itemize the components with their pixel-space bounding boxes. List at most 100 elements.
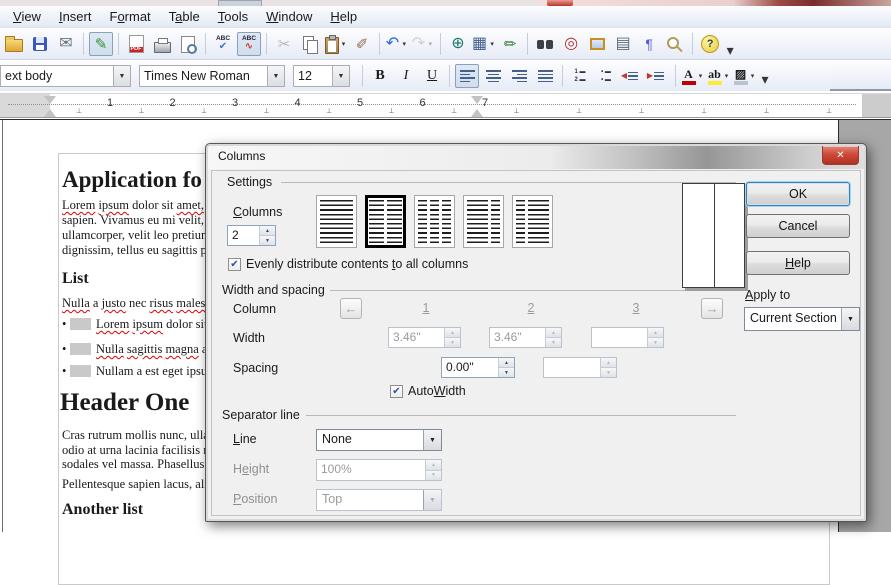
align-center-icon[interactable] (481, 64, 505, 88)
menu-window[interactable]: Window (257, 7, 321, 26)
numbering-on-off-icon[interactable]: 1 ▬2 ▬ (568, 64, 592, 88)
bold-icon[interactable]: B (368, 64, 392, 88)
next-column-icon[interactable]: → (701, 298, 723, 319)
width-field-1: 3.46" ▲▼ (388, 327, 461, 348)
indent-marker-left[interactable] (44, 96, 57, 117)
ruler-half-tick: ⊥ (451, 107, 457, 115)
spin-down-icon[interactable]: ▼ (260, 236, 275, 245)
bullets-on-off-icon[interactable]: • ▬• ▬ (594, 64, 618, 88)
chevron-down-icon[interactable]: ▼ (423, 430, 441, 450)
highlighting-icon[interactable]: ab▾ (707, 64, 731, 88)
spin-down-icon[interactable]: ▼ (499, 368, 514, 377)
ruler-number: 5 (357, 97, 363, 109)
help-button[interactable]: Help (746, 251, 850, 275)
menu-table[interactable]: Table (160, 7, 209, 26)
paste-icon[interactable]: ▾ (324, 32, 348, 56)
chevron-down-icon[interactable]: ▾ (749, 73, 757, 80)
email-icon[interactable]: ✉ (54, 32, 78, 56)
close-icon[interactable]: ✕ (822, 146, 859, 165)
toolbar-separator (266, 33, 267, 55)
chevron-down-icon[interactable]: ▾ (426, 41, 434, 48)
preset-one-column[interactable] (316, 195, 357, 248)
increase-indent-icon[interactable]: ▶ (646, 64, 670, 88)
indent-marker-right[interactable] (471, 96, 484, 117)
menu-tools[interactable]: Tools (209, 7, 257, 26)
zoom-icon[interactable] (663, 32, 687, 56)
copy-icon[interactable] (298, 32, 322, 56)
chevron-down-icon[interactable]: ▼ (332, 66, 349, 86)
formatting-marks-icon[interactable]: ¶ (637, 32, 661, 56)
toolbar-separator (449, 65, 450, 87)
help-icon[interactable]: ? (698, 32, 722, 56)
paragraph-style-value: ext body (1, 69, 113, 83)
chevron-down-icon[interactable]: ▾ (723, 73, 731, 80)
columns-count-spinner[interactable]: 2 ▲▼ (227, 225, 276, 246)
spin-down-icon: ▼ (445, 338, 460, 347)
spin-up-icon[interactable]: ▲ (499, 358, 514, 368)
auto-spellcheck-icon[interactable]: ABC∿ (237, 32, 261, 56)
italic-icon[interactable]: I (394, 64, 418, 88)
ruler-half-tick: ⊥ (764, 107, 770, 115)
toolbar-overflow-icon[interactable]: ▾ (759, 72, 771, 86)
page-preview-icon[interactable] (176, 32, 200, 56)
export-pdf-icon[interactable]: PDF (124, 32, 148, 56)
menu-view[interactable]: View (4, 7, 50, 26)
align-right-icon[interactable] (507, 64, 531, 88)
spacing-row-label: Spacing (233, 361, 278, 375)
align-left-icon[interactable] (455, 64, 479, 88)
preset-left[interactable] (463, 195, 504, 248)
find-replace-icon[interactable] (533, 32, 557, 56)
doc-paragraph-line: Pellentesque sapien lacus, aliq (62, 477, 214, 492)
draw-functions-icon[interactable]: ✏ (498, 32, 522, 56)
preset-right[interactable] (512, 195, 553, 248)
paragraph-style-combobox[interactable]: ext body ▼ (0, 65, 131, 87)
chevron-down-icon[interactable]: ▾ (340, 41, 348, 48)
page-left-border (2, 120, 3, 532)
toolbar-separator (362, 65, 363, 87)
print-icon[interactable] (150, 32, 174, 56)
background-color-icon[interactable]: ▨▾ (733, 64, 757, 88)
font-name-combobox[interactable]: Times New Roman ▼ (139, 65, 285, 87)
menu-bar: ViewInsertFormatTableToolsWindowHelp (0, 6, 891, 28)
chevron-down-icon[interactable]: ▾ (400, 41, 408, 48)
font-size-combobox[interactable]: 12 ▼ (293, 65, 350, 87)
spacing-field-1[interactable]: 0.00" ▲▼ (441, 357, 515, 378)
menu-insert[interactable]: Insert (50, 7, 101, 26)
spin-up-icon[interactable]: ▲ (260, 226, 275, 236)
autowidth-checkbox[interactable]: ✔ (390, 385, 403, 398)
chevron-down-icon[interactable]: ▼ (267, 66, 284, 86)
line-style-dropdown[interactable]: None ▼ (316, 429, 442, 451)
hyperlink-icon[interactable]: ⊕ (446, 32, 470, 56)
spellcheck-icon[interactable]: ABC✔ (211, 32, 235, 56)
undo-icon[interactable]: ↶▾ (385, 32, 409, 56)
preset-three-columns[interactable] (414, 195, 455, 248)
cancel-button[interactable]: Cancel (746, 214, 850, 238)
chevron-down-icon[interactable]: ▼ (841, 308, 859, 330)
table-icon[interactable]: ▦▾ (472, 32, 496, 56)
preset-two-columns[interactable] (365, 195, 406, 248)
menu-help[interactable]: Help (321, 7, 366, 26)
toolbar-separator (562, 65, 563, 87)
justified-icon[interactable] (533, 64, 557, 88)
menu-format[interactable]: Format (100, 7, 159, 26)
chevron-down-icon[interactable]: ▼ (113, 66, 130, 86)
navigator-icon[interactable]: ◎ (559, 32, 583, 56)
format-paintbrush-icon[interactable]: ✐ (350, 32, 374, 56)
data-sources-icon[interactable]: ▤ (611, 32, 635, 56)
decrease-indent-icon[interactable]: ◀ (620, 64, 644, 88)
chevron-down-icon[interactable]: ▾ (488, 41, 496, 48)
save-icon[interactable] (28, 32, 52, 56)
font-color-icon[interactable]: A▾ (681, 64, 705, 88)
open-icon[interactable] (2, 32, 26, 56)
underline-icon[interactable]: U (420, 64, 444, 88)
evenly-distribute-checkbox[interactable]: ✔ (228, 258, 241, 271)
spin-up-icon: ▲ (601, 358, 616, 368)
ok-button[interactable]: OK (746, 182, 850, 206)
toolbar-overflow-icon[interactable]: ▾ (724, 43, 736, 57)
chevron-down-icon[interactable]: ▾ (697, 73, 705, 80)
gallery-icon[interactable] (585, 32, 609, 56)
previous-column-icon[interactable]: ← (340, 298, 362, 319)
apply-to-dropdown[interactable]: Current Section ▼ (744, 307, 860, 331)
dialog-titlebar[interactable] (208, 146, 864, 169)
edit-file-icon[interactable]: ✎ (89, 32, 113, 56)
